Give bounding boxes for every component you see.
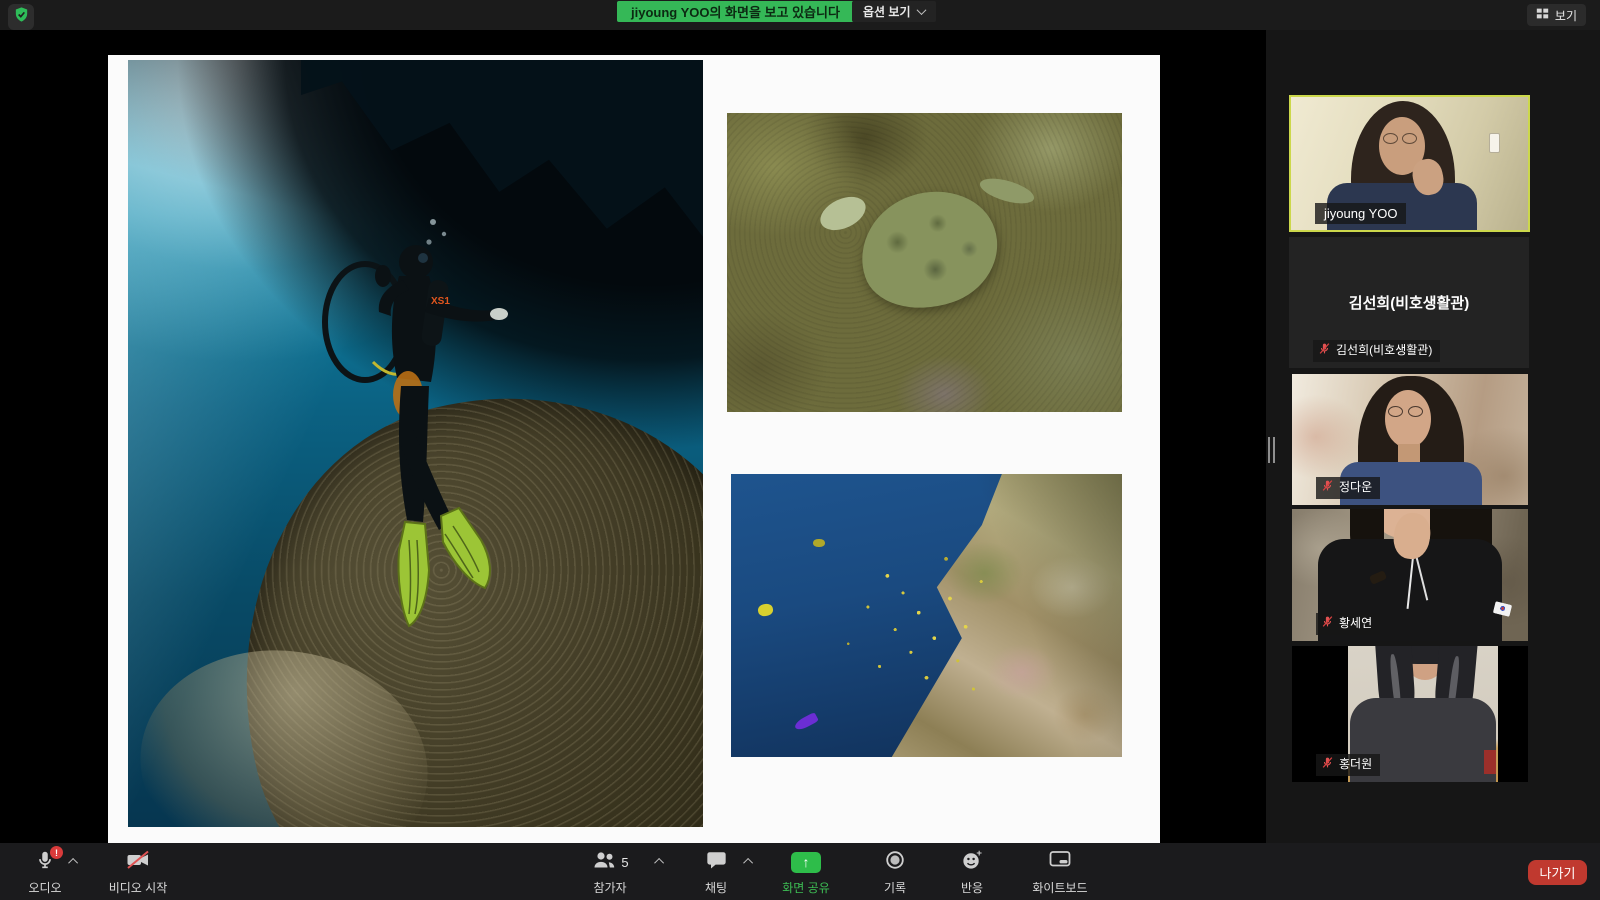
participant-name-label: 김선희(비호생활관) <box>1313 340 1440 362</box>
gear-text: XS1 <box>431 296 450 307</box>
participant-name: 홍더원 <box>1339 757 1372 772</box>
scuba-diver-silhouette: XS1 <box>313 210 523 690</box>
view-button[interactable]: 보기 <box>1527 4 1586 26</box>
share-screen-icon: ↑ <box>791 852 821 873</box>
glasses-right <box>1402 133 1417 144</box>
audio-alert-badge: ! <box>50 846 63 859</box>
leave-label: 나가기 <box>1540 863 1576 882</box>
person-neck <box>1398 444 1420 464</box>
red-chair <box>1484 750 1496 774</box>
reactions-label: 반응 <box>961 879 983 896</box>
glasses-right <box>1408 406 1423 417</box>
reactions-button[interactable]: + 반응 <box>927 850 1017 896</box>
presentation-slide: XS1 <box>108 55 1160 843</box>
whiteboard-icon <box>1048 849 1072 876</box>
muted-mic-icon <box>1321 756 1334 773</box>
chat-bubble-icon <box>705 849 728 876</box>
zoom-meeting-window: jiyoung YOO의 화면을 보고 있습니다 옵션 보기 보기 <box>0 0 1600 900</box>
yellow-fish-small <box>813 539 825 547</box>
sidebar-resize-handle[interactable] <box>1268 437 1280 463</box>
record-label: 기록 <box>884 879 906 896</box>
security-shield-icon <box>13 6 30 28</box>
video-tile-kim-sunhee[interactable]: 김선희(비호생활관) 김선희(비호생활관) <box>1289 237 1529 368</box>
yellow-fish-school <box>731 474 1122 757</box>
camera-off-icon <box>125 849 151 876</box>
participant-name-label: 정다운 <box>1316 477 1380 499</box>
muted-mic-icon <box>1321 479 1334 496</box>
turtle-photo <box>727 113 1122 412</box>
light-switch <box>1489 133 1500 153</box>
start-video-label: 비디오 시작 <box>109 879 168 896</box>
leave-meeting-button[interactable]: 나가기 <box>1528 860 1587 885</box>
participants-icon <box>591 849 617 876</box>
screen-share-banner: jiyoung YOO의 화면을 보고 있습니다 <box>617 1 854 22</box>
glasses-left <box>1383 133 1398 144</box>
chat-label: 채팅 <box>705 879 727 896</box>
whiteboard-label: 화이트보드 <box>1032 879 1087 896</box>
view-button-label: 보기 <box>1555 7 1577 24</box>
svg-text:+: + <box>976 848 982 859</box>
reef-photo <box>731 474 1122 757</box>
audio-label: 오디오 <box>28 879 61 896</box>
participant-name: 김선희(비호생활관) <box>1336 343 1432 358</box>
start-video-button[interactable]: 비디오 시작 <box>88 850 188 896</box>
view-options-button[interactable]: 옵션 보기 <box>852 1 936 22</box>
participants-sidebar: jiyoung YOO 김선희(비호생활관) 김선희(비호생활관) <box>1266 30 1600 843</box>
muted-mic-icon <box>1321 615 1334 632</box>
top-bar: jiyoung YOO의 화면을 보고 있습니다 옵션 보기 보기 <box>0 0 1600 30</box>
glasses-left <box>1388 406 1403 417</box>
participants-count: 5 <box>621 855 628 870</box>
video-tile-hong-deowon[interactable]: 홍더원 <box>1292 646 1528 782</box>
meeting-toolbar: ! 오디오 비디오 시작 5 참가자 <box>0 843 1600 900</box>
screen-share-banner-text: jiyoung YOO의 화면을 보고 있습니다 <box>631 2 840 21</box>
security-shield-button[interactable] <box>8 4 34 30</box>
reactions-smiley-icon: + <box>960 848 984 876</box>
share-screen-button[interactable]: ↑ 화면 공유 <box>761 850 851 896</box>
person-face <box>1385 390 1431 448</box>
participants-label: 참가자 <box>593 879 626 896</box>
share-screen-label: 화면 공유 <box>782 879 830 896</box>
diver-photo: XS1 <box>128 60 703 827</box>
muted-mic-icon <box>1318 342 1331 359</box>
audio-options-caret[interactable] <box>66 853 82 869</box>
chat-options-caret[interactable] <box>741 853 757 869</box>
participant-name-label: jiyoung YOO <box>1315 203 1406 224</box>
video-tile-jiyoung-yoo[interactable]: jiyoung YOO <box>1289 95 1530 232</box>
whiteboard-button[interactable]: 화이트보드 <box>1015 850 1105 896</box>
participant-name: jiyoung YOO <box>1324 206 1397 221</box>
participants-button[interactable]: 5 참가자 <box>565 850 655 896</box>
record-icon <box>884 849 906 876</box>
gallery-grid-icon <box>1536 7 1549 23</box>
chevron-down-icon <box>916 5 926 15</box>
participant-name-label: 홍더원 <box>1316 754 1380 776</box>
participants-options-caret[interactable] <box>652 853 668 869</box>
participant-name: 황세연 <box>1339 616 1372 631</box>
view-options-label: 옵션 보기 <box>863 3 911 20</box>
participant-name-label: 황세연 <box>1316 613 1380 635</box>
video-tile-hwang-seyeon[interactable]: 황세연 <box>1292 509 1528 641</box>
video-tile-jung-daun[interactable]: 정다운 <box>1292 374 1528 505</box>
participant-name: 정다운 <box>1339 480 1372 495</box>
shared-screen-area: XS1 <box>0 30 1266 843</box>
